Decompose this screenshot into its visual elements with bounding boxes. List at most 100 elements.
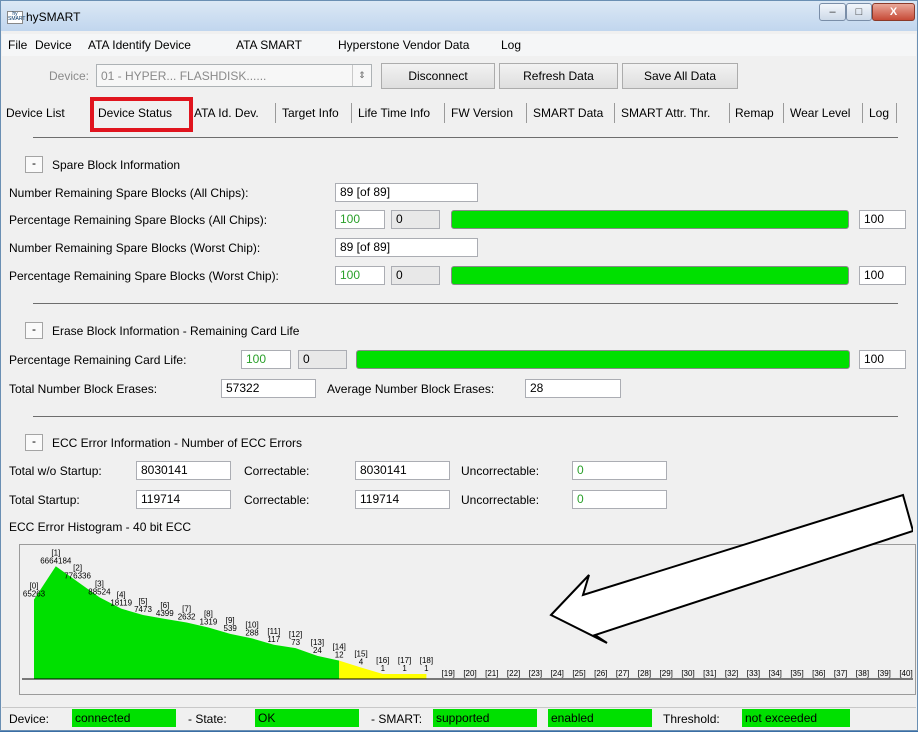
tab-separator: [526, 103, 527, 123]
section-divider: [33, 416, 898, 417]
menu-bar: File Device ATA Identify Device ATA SMAR…: [2, 34, 916, 56]
tab-life-time-info[interactable]: Life Time Info: [358, 102, 430, 124]
tab-target-info[interactable]: Target Info: [282, 102, 339, 124]
histogram-value-label: 88524: [88, 587, 111, 596]
minimize-button[interactable]: –: [819, 3, 846, 21]
histogram-bin-label: [24]: [551, 669, 564, 678]
status-threshold-value: not exceeded: [742, 709, 850, 727]
ecc-correctable-label: Correctable:: [244, 464, 310, 478]
histogram-value-label: 18119: [110, 599, 132, 608]
close-button[interactable]: X: [872, 3, 915, 21]
menu-device[interactable]: Device: [35, 38, 72, 52]
menu-hyperstone-vendor-data[interactable]: Hyperstone Vendor Data: [338, 38, 469, 52]
histogram-value-label: 4: [359, 657, 364, 666]
histogram-bin-label: [26]: [594, 669, 607, 678]
status-smart-label: - SMART:: [371, 712, 423, 726]
tab-separator: [896, 103, 897, 123]
disconnect-button[interactable]: Disconnect: [381, 63, 495, 89]
tab-separator: [351, 103, 352, 123]
histogram-value-label: 12: [335, 651, 344, 660]
erase-heading: Erase Block Information - Remaining Card…: [52, 324, 300, 338]
histogram-value-label: 24: [313, 646, 322, 655]
tab-fw-version[interactable]: FW Version: [451, 102, 513, 124]
collapse-erase-button[interactable]: -: [25, 322, 43, 339]
histogram-value-label: 539: [224, 624, 238, 633]
ecc-total-wo-startup-field[interactable]: 8030141: [136, 461, 231, 480]
ecc-total-wo-startup-label: Total w/o Startup:: [9, 464, 102, 478]
status-device-value: connected: [72, 709, 176, 727]
ecc-startup-correctable-field[interactable]: 119714: [355, 490, 450, 509]
avg-erases-field[interactable]: 28: [525, 379, 621, 398]
status-state-label: - State:: [188, 712, 227, 726]
tab-log[interactable]: Log: [869, 102, 889, 124]
ecc-startup-correctable-label: Correctable:: [244, 493, 310, 507]
status-smart-enabled: enabled: [548, 709, 652, 727]
status-smart-value: supported: [433, 709, 537, 727]
pct-life-label: Percentage Remaining Card Life:: [9, 353, 187, 367]
tab-remap[interactable]: Remap: [735, 102, 774, 124]
total-erases-field[interactable]: 57322: [221, 379, 316, 398]
title-bar[interactable]: hy SMART hySMART – □ X: [1, 1, 917, 31]
ecc-startup-uncorrectable-label: Uncorrectable:: [461, 493, 540, 507]
ecc-histogram-label: ECC Error Histogram - 40 bit ECC: [9, 520, 192, 534]
window-title: hySMART: [26, 10, 81, 24]
histogram-value-label: 1: [424, 664, 429, 673]
section-divider: [33, 137, 898, 138]
save-all-data-button[interactable]: Save All Data: [622, 63, 738, 89]
device-select-value: 01 - HYPER... FLASHDISK......: [101, 69, 267, 83]
app-icon: hy SMART: [7, 11, 26, 24]
num-spare-worst-label: Number Remaining Spare Blocks (Worst Chi…: [9, 241, 261, 255]
section-divider: [33, 303, 898, 304]
tab-smart-attr-thr[interactable]: SMART Attr. Thr.: [621, 102, 710, 124]
collapse-spare-button[interactable]: -: [25, 156, 43, 173]
device-select[interactable]: 01 - HYPER... FLASHDISK...... ⇕: [96, 64, 372, 87]
pct-spare-all-max: 100: [859, 210, 906, 229]
tab-wear-level[interactable]: Wear Level: [790, 102, 850, 124]
histogram-bin-label: [31]: [703, 669, 716, 678]
histogram-value-label: 776336: [64, 572, 91, 581]
menu-ata-identify-device[interactable]: ATA Identify Device: [88, 38, 191, 52]
pct-spare-worst-field[interactable]: 100: [335, 266, 385, 285]
ecc-uncorrectable-label: Uncorrectable:: [461, 464, 540, 478]
tab-separator: [444, 103, 445, 123]
num-spare-all-field[interactable]: 89 [of 89]: [335, 183, 478, 202]
num-spare-all-label: Number Remaining Spare Blocks (All Chips…: [9, 186, 249, 200]
num-spare-worst-field[interactable]: 89 [of 89]: [335, 238, 478, 257]
histogram-bin-label: [20]: [463, 669, 476, 678]
menu-file[interactable]: File: [8, 38, 27, 52]
tab-device-list[interactable]: Device List: [6, 102, 65, 124]
histogram-value-label: 2632: [178, 613, 196, 622]
combo-arrow-icon[interactable]: ⇕: [352, 65, 371, 86]
histogram-bin-label: [36]: [812, 669, 825, 678]
annotation-arrow-icon: [549, 493, 913, 644]
avg-erases-label: Average Number Block Erases:: [327, 382, 495, 396]
menu-log[interactable]: Log: [501, 38, 521, 52]
active-tab-highlight: [90, 97, 193, 132]
histogram-bin-label: [33]: [747, 669, 760, 678]
maximize-button[interactable]: □: [846, 3, 872, 21]
histogram-value-label: 1319: [200, 617, 218, 626]
status-threshold-label: Threshold:: [663, 712, 720, 726]
tab-ata-id-dev[interactable]: ATA Id. Dev.: [194, 102, 259, 124]
pct-life-bar: [356, 350, 850, 369]
collapse-ecc-button[interactable]: -: [25, 434, 43, 451]
ecc-total-startup-field[interactable]: 119714: [136, 490, 231, 509]
menu-ata-smart[interactable]: ATA SMART: [236, 38, 302, 52]
histogram-bin-label: [28]: [638, 669, 651, 678]
histogram-area-normal: [34, 566, 340, 679]
pct-life-field[interactable]: 100: [241, 350, 291, 369]
total-erases-label: Total Number Block Erases:: [9, 382, 158, 396]
pct-spare-worst-bar: [451, 266, 849, 285]
ecc-correctable-field[interactable]: 8030141: [355, 461, 450, 480]
pct-spare-all-field[interactable]: 100: [335, 210, 385, 229]
tab-separator: [862, 103, 863, 123]
refresh-data-button[interactable]: Refresh Data: [499, 63, 618, 89]
histogram-bin-label: [21]: [485, 669, 498, 678]
histogram-value-label: 1: [381, 664, 386, 673]
tab-smart-data[interactable]: SMART Data: [533, 102, 603, 124]
histogram-value-label: 288: [245, 628, 259, 637]
histogram-bin-label: [38]: [856, 669, 869, 678]
histogram-bin-label: [29]: [660, 669, 673, 678]
histogram-bin-label: [34]: [769, 669, 782, 678]
tab-separator: [783, 103, 784, 123]
